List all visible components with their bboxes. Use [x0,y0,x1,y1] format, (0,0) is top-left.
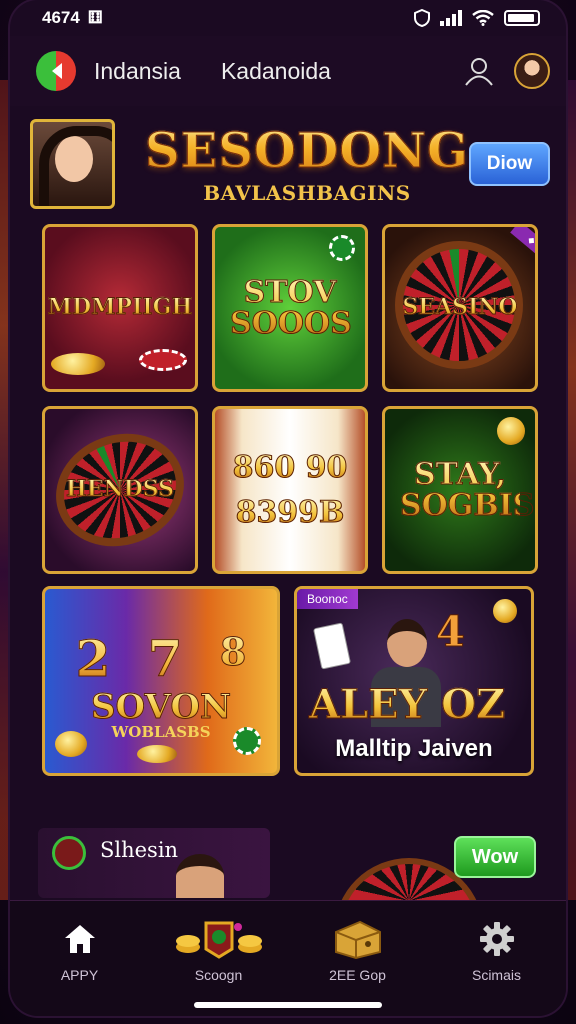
coin-icon [497,417,525,445]
game-title: MDMPIIGH [47,294,193,321]
game-title: HENDSS [65,476,175,503]
promo-host-portrait [176,854,224,898]
game-title: 8399B [233,497,348,529]
roulette-badge-icon [52,836,86,870]
featured-row: 2 7 8 SOVON WOBLASBS Boonoc 4 ALEY OZ Ma… [10,586,566,776]
treasure-icon [330,919,386,960]
hero-subtitle: BAVLASHBAGINS [203,181,411,205]
reel-numbers: 2 7 8 [57,629,265,689]
hero-title: SESODONG [144,123,469,180]
status-app-badge: ⚅ [87,8,103,27]
featured-tag: Boonoc [297,589,358,609]
tab-label: APPY [60,967,99,983]
coin-icon [51,353,105,375]
battery-icon [504,10,540,26]
app-logo[interactable] [36,51,76,91]
featured-slot-tile[interactable]: 2 7 8 SOVON WOBLASBS [42,586,280,776]
dealer-head [387,619,427,667]
game-tile[interactable]: MDMPIIGH [42,224,198,392]
coin-icon [137,745,177,763]
top-nav: Indansia Kadanoida [10,36,566,106]
hero-host-portrait [30,119,115,209]
wifi-icon [472,10,494,26]
corner-ribbon: ◆ [510,227,535,261]
tab-label: Scimais [471,967,521,983]
reel-number: 8 [219,629,246,688]
status-left: 4674 ⚅ [42,8,103,28]
promo-card[interactable]: Slhesin [38,828,270,898]
status-icons [414,9,540,27]
hero-titles: SESODONG BAVLASHBAGINS [144,123,469,206]
game-title: 860 90 [232,449,348,485]
featured-slot-subtitle: WOBLASBS [111,723,211,741]
game-title: SEASINO [402,294,518,321]
nav-link-indansia[interactable]: Indansia [94,58,181,85]
tab-label: 2EE Gop [329,967,386,983]
promo-button[interactable]: Wow [454,836,536,878]
nav-right [464,53,550,89]
playing-card-icon [312,622,352,670]
hero-banner: SESODONG BAVLASHBAGINS Diow [10,106,566,222]
tab-scimais[interactable]: Scimais [442,919,552,1016]
promo-strip: Slhesin Wow [38,828,550,938]
featured-live-title: ALEY OZ [309,681,523,729]
home-indicator[interactable] [194,1002,382,1008]
tab-appy[interactable]: APPY [25,919,135,1016]
game-tile[interactable]: ◆ SEASINO [382,224,538,392]
game-grid: MDMPIIGH STOV SOOOS ◆ SEASINO HENDSS 860… [10,224,566,574]
game-tile[interactable]: STOV SOOOS [212,224,368,392]
bottom-tab-bar: APPY Scoogn 2EE Gop Scimais [10,900,566,1016]
game-tile[interactable]: 860 90 8399B [212,406,368,574]
status-bar: 4674 ⚅ [10,0,566,36]
signal-icon [440,10,462,26]
status-time: 4674 [42,8,80,27]
game-title: STAY, SOGBIS [400,456,535,523]
featured-live-caption: Malltip Jaiven [335,735,493,762]
reel-number: 7 [147,629,183,689]
chip-icon [139,349,187,371]
promo-text: Slhesin [100,838,179,862]
featured-live-tile[interactable]: Boonoc 4 ALEY OZ Malltip Jaiven [294,586,534,776]
featured-slot-title: SOVON [45,687,277,728]
featured-digit: 4 [435,607,465,657]
reel-number: 2 [75,629,111,689]
game-title: STOV SOOOS [230,274,353,341]
hero-button[interactable]: Diow [469,142,550,186]
game-tile[interactable]: HENDSS [42,406,198,574]
vpn-icon [414,9,430,27]
slot-reel-labels: 860 90 8399B [232,449,348,529]
nav-link-kadanoida[interactable]: Kadanoida [221,58,331,85]
coin-icon [493,599,517,623]
chip-icon [329,235,355,261]
game-tile[interactable]: STAY, SOGBIS [382,406,538,574]
slot-chips-icon [174,919,264,959]
gear-icon [479,919,515,959]
user-icon[interactable] [464,56,494,86]
tab-label: Scoogn [194,967,243,983]
home-icon [63,919,97,959]
phone-screen: 4674 ⚅ Indansia Kadanoida SESODONG BAVLA… [10,0,566,1016]
avatar[interactable] [514,53,550,89]
